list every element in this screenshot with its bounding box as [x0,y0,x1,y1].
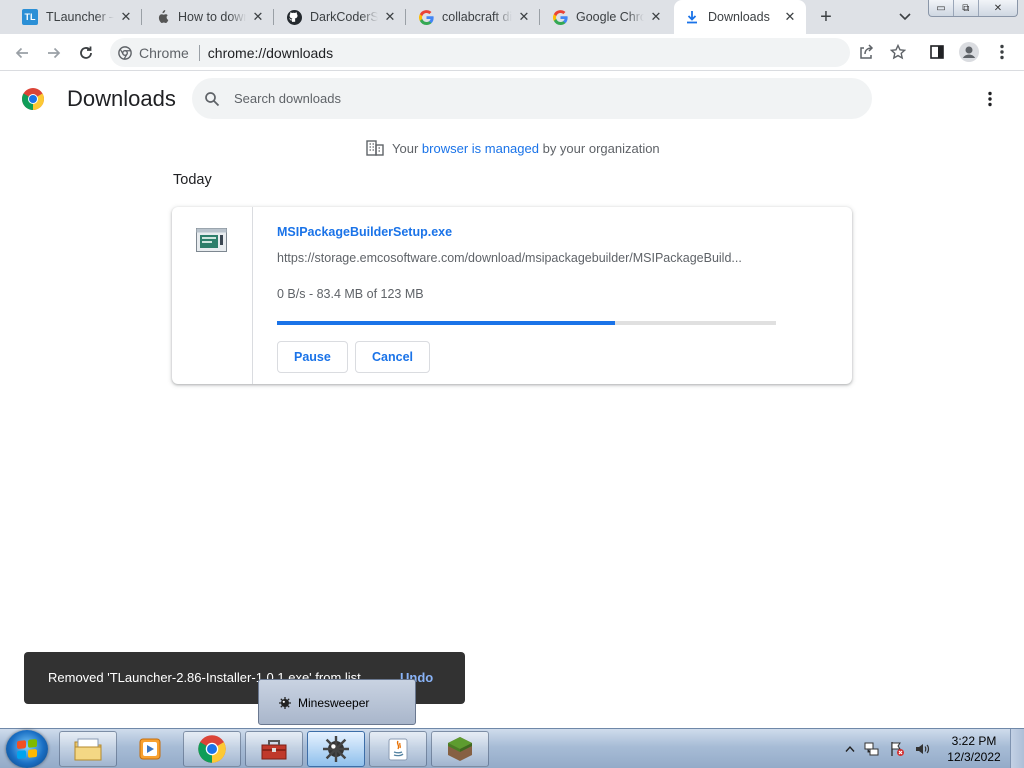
minesweeper-icon [323,736,349,762]
clock-time: 3:22 PM [951,734,997,748]
taskbar-thumbnail-tooltip[interactable]: Minesweeper [258,679,416,725]
windows-logo-icon [17,738,37,760]
close-icon[interactable]: ✕ [782,9,798,25]
clock-date: 12/3/2022 [947,750,1001,764]
start-button[interactable] [6,730,48,768]
managed-notice: Your browser is managed by your organiza… [366,140,660,156]
search-icon [205,91,220,106]
google-icon [552,9,568,25]
bookmark-star-icon[interactable] [887,41,909,63]
network-icon[interactable] [864,741,880,757]
toolbox-icon [261,740,287,760]
tab-title: Google Chro [576,10,644,24]
close-icon[interactable]: ✕ [516,9,532,25]
download-file-name-link[interactable]: MSIPackageBuilderSetup.exe [277,225,452,239]
tab-google-chrome[interactable]: Google Chro ✕ [542,0,672,34]
minesweeper-icon [279,697,291,709]
tab-github[interactable]: DarkCoderSc ✕ [276,0,406,34]
tab-title: DarkCoderSc [310,10,378,24]
tab-title: Downloads [708,10,770,24]
google-icon [418,9,434,25]
window-controls: ▭ ⧉ ✕ [928,0,1018,17]
new-tab-button[interactable]: + [814,5,838,29]
windows-taskbar: 3:22 PM 12/3/2022 [0,728,1024,768]
tab-title: How to down [178,10,246,24]
download-source-url[interactable]: https://storage.emcosoftware.com/downloa… [277,251,777,265]
tab-strip: TL TLauncher — ✕ How to down ✕ DarkCoder… [0,0,1024,34]
volume-icon[interactable] [914,741,930,757]
forward-arrow-icon [48,47,61,59]
pause-button[interactable]: Pause [277,341,348,373]
tab-downloads[interactable]: Downloads ✕ [674,0,806,34]
close-icon[interactable]: ✕ [118,9,134,25]
tlauncher-icon: TL [22,9,38,25]
url-text[interactable]: chrome://downloads [208,45,333,61]
managed-link[interactable]: browser is managed [422,141,539,156]
address-bar[interactable]: Chrome chrome://downloads [110,38,850,67]
minimize-button[interactable]: ▭ [929,0,953,16]
tab-tlauncher[interactable]: TL TLauncher — ✕ [12,0,142,34]
tab-collabcraft[interactable]: collabcraft di ✕ [408,0,540,34]
github-icon [286,9,302,25]
taskbar-minecraft[interactable] [431,731,489,767]
chrome-chip[interactable]: Chrome [118,45,189,61]
browser-toolbar: Chrome chrome://downloads [0,34,1024,71]
action-center-flag-icon[interactable] [889,741,905,757]
taskbar-toolbox[interactable] [245,731,303,767]
tab-how-to-download[interactable]: How to down ✕ [144,0,274,34]
chrome-icon [198,735,226,763]
side-panel-icon[interactable] [926,41,948,63]
media-player-icon [139,738,161,760]
download-status-text: 0 B/s - 83.4 MB of 123 MB [277,287,424,301]
close-icon[interactable]: ✕ [382,9,398,25]
back-button[interactable] [9,40,35,66]
system-tray [845,729,930,768]
taskbar-media-player[interactable] [121,731,179,767]
reload-icon [80,46,92,59]
search-input[interactable] [234,91,834,106]
chrome-mono-icon [118,45,132,60]
profile-avatar-icon[interactable] [958,41,980,63]
taskbar-minesweeper[interactable] [307,731,365,767]
browser-menu-icon[interactable] [991,41,1013,63]
tab-title: TLauncher — [46,10,114,24]
show-desktop-button[interactable] [1010,729,1024,768]
taskbar-explorer[interactable] [59,731,117,767]
close-icon[interactable]: ✕ [250,9,266,25]
download-progress-bar [277,321,776,325]
taskbar-java[interactable] [369,731,427,767]
exe-file-icon [196,228,227,252]
cancel-button[interactable]: Cancel [355,341,430,373]
restore-button[interactable]: ⧉ [952,0,978,16]
managed-suffix: by your organization [542,140,660,156]
minecraft-icon [448,737,472,761]
close-icon[interactable]: ✕ [648,9,664,25]
tab-title: collabcraft di [442,10,512,24]
building-icon [366,140,384,156]
date-section-label: Today [173,172,212,188]
page-title: Downloads [67,86,176,111]
taskbar-chrome[interactable] [183,731,241,767]
forward-button[interactable] [41,40,67,66]
tooltip-label: Minesweeper [298,696,370,710]
share-icon[interactable] [855,41,877,63]
explorer-icon [74,738,102,761]
reload-button[interactable] [73,40,99,66]
search-downloads-box[interactable] [192,78,872,119]
close-window-button[interactable]: ✕ [977,0,1017,16]
chip-label: Chrome [139,44,189,61]
download-item-card: MSIPackageBuilderSetup.exe https://stora… [172,207,852,384]
apple-icon [154,9,170,25]
java-icon [388,738,408,761]
taskbar-clock[interactable]: 3:22 PM 12/3/2022 [940,733,1008,765]
managed-prefix: Your [392,140,419,156]
download-progress-fill [277,321,616,325]
downloads-menu-icon[interactable] [979,88,1001,110]
chrome-logo-icon [22,88,44,110]
back-arrow-icon [15,47,28,59]
tab-search-chevron-icon[interactable] [894,5,916,29]
tray-expand-chevron-icon[interactable] [845,745,855,753]
download-icon [684,9,700,25]
